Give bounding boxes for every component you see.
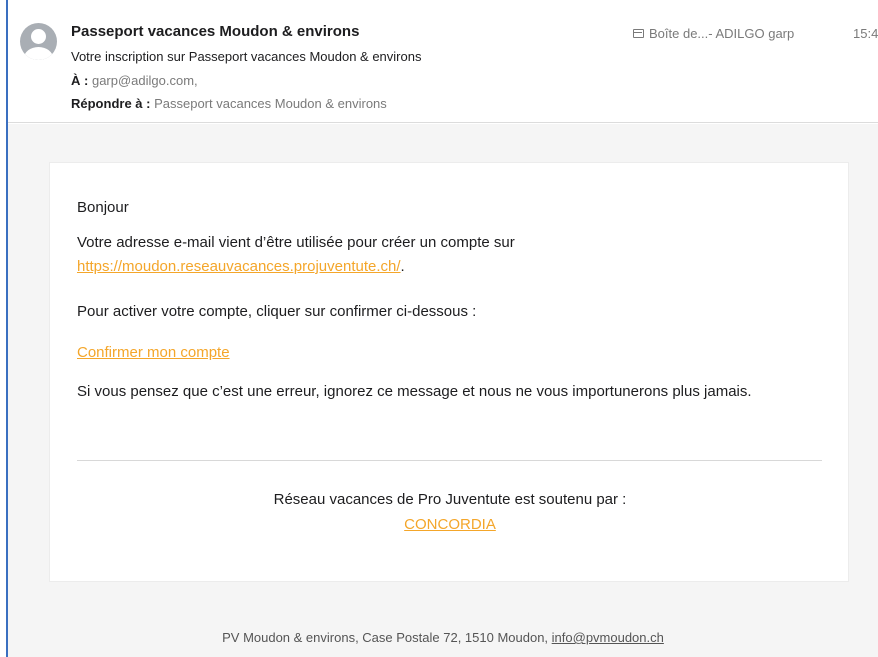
sponsor-link-wrap: CONCORDIA	[50, 516, 850, 533]
divider	[77, 460, 822, 461]
sponsor-link[interactable]: CONCORDIA	[404, 516, 496, 533]
reply-to-label: Répondre à :	[71, 96, 151, 111]
reply-to-line: Répondre à : Passeport vacances Moudon &…	[71, 96, 387, 111]
reply-to-address[interactable]: Passeport vacances Moudon & environs	[154, 96, 387, 111]
email-body: Bonjour Votre adresse e-mail vient d’êtr…	[8, 124, 878, 657]
paragraph-1-text: Votre adresse e-mail vient d’être utilis…	[77, 234, 515, 251]
mailbox-folder-label: Boîte de...- ADILGO garp	[649, 26, 795, 41]
email-subject: Votre inscription sur Passeport vacances…	[71, 49, 422, 64]
avatar-head	[31, 29, 46, 44]
site-link[interactable]: https://moudon.reseauvacances.projuventu…	[77, 258, 401, 275]
confirm-account-link-wrap: Confirmer mon compte	[77, 341, 827, 365]
received-time: 15:46	[853, 26, 878, 41]
mailbox-folder[interactable]: Boîte de...- ADILGO garp	[633, 26, 794, 41]
to-line: À : garp@adilgo.com,	[71, 73, 198, 88]
avatar-body	[24, 47, 53, 60]
email-footer: PV Moudon & environs, Case Postale 72, 1…	[8, 630, 878, 645]
email-header: Passeport vacances Moudon & environs Vot…	[8, 0, 878, 123]
greeting: Bonjour	[77, 199, 129, 216]
confirm-account-link[interactable]: Confirmer mon compte	[77, 344, 230, 361]
message-paragraph-2: Pour activer votre compte, cliquer sur c…	[77, 303, 477, 320]
sender-name[interactable]: Passeport vacances Moudon & environs	[71, 23, 359, 40]
folder-icon	[633, 29, 644, 38]
footer-address: PV Moudon & environs, Case Postale 72, 1…	[222, 630, 552, 645]
to-label: À :	[71, 73, 89, 88]
message-paragraph-3: Si vous pensez que c’est une erreur, ign…	[77, 383, 752, 400]
to-address[interactable]: garp@adilgo.com,	[92, 73, 198, 88]
support-text: Réseau vacances de Pro Juventute est sou…	[273, 491, 627, 508]
message-card: Bonjour Votre adresse e-mail vient d’êtr…	[49, 162, 849, 582]
avatar	[20, 23, 57, 60]
paragraph-1-end: .	[400, 258, 405, 275]
footer-email-link[interactable]: info@pvmoudon.ch	[552, 630, 664, 645]
message-paragraph-1: Votre adresse e-mail vient d’être utilis…	[77, 231, 827, 279]
